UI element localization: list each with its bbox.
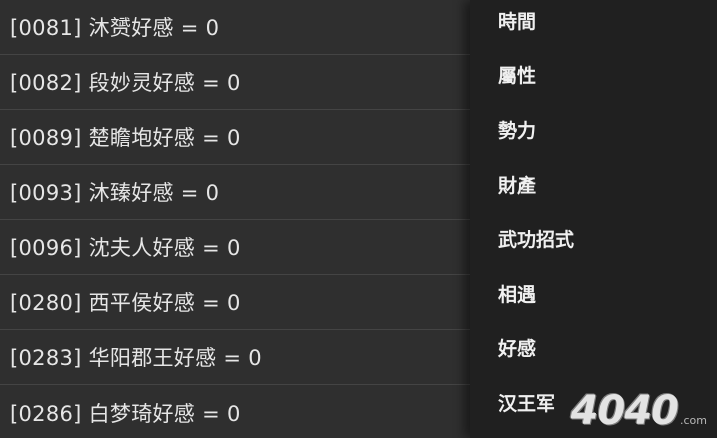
- site-watermark: 4040 .com: [571, 388, 707, 434]
- list-item-label: [0082] 段妙灵好感 = 0: [10, 71, 241, 95]
- list-item[interactable]: [0081] 沐赟好感 = 0: [0, 0, 470, 55]
- list-item-label: [0283] 华阳郡王好感 = 0: [10, 346, 262, 370]
- list-item[interactable]: [0082] 段妙灵好感 = 0: [0, 55, 470, 110]
- list-item[interactable]: [0093] 沐臻好感 = 0: [0, 165, 470, 220]
- list-item-label: [0089] 楚瞻垉好感 = 0: [10, 126, 241, 150]
- list-item[interactable]: [0089] 楚瞻垉好感 = 0: [0, 110, 470, 165]
- menu-item-martial-arts[interactable]: 武功招式: [498, 218, 698, 258]
- menu-item-encounters[interactable]: 相遇: [498, 273, 698, 313]
- list-item[interactable]: [0096] 沈夫人好感 = 0: [0, 220, 470, 275]
- menu-item-attributes[interactable]: 屬性: [498, 54, 698, 94]
- list-item-label: [0093] 沐臻好感 = 0: [10, 181, 220, 205]
- list-item[interactable]: [0286] 白梦琦好感 = 0: [0, 385, 470, 438]
- category-menu: 時間 屬性 勢力 財產 武功招式 相遇 好感 汉王军: [470, 0, 717, 438]
- menu-item-time[interactable]: 時間: [498, 0, 698, 40]
- menu-item-faction[interactable]: 勢力: [498, 109, 698, 149]
- game-debug-screen: [0081] 沐赟好感 = 0 [0082] 段妙灵好感 = 0 [0089] …: [0, 0, 717, 438]
- list-item[interactable]: [0280] 西平侯好感 = 0: [0, 275, 470, 330]
- menu-item-affinity[interactable]: 好感: [498, 327, 698, 367]
- watermark-logo-text: 4040: [570, 388, 679, 434]
- affinity-list: [0081] 沐赟好感 = 0 [0082] 段妙灵好感 = 0 [0089] …: [0, 0, 470, 438]
- list-item-label: [0096] 沈夫人好感 = 0: [10, 236, 241, 260]
- watermark-suffix: .com: [680, 414, 707, 427]
- list-item[interactable]: [0283] 华阳郡王好感 = 0: [0, 330, 470, 385]
- menu-item-assets[interactable]: 財產: [498, 164, 698, 204]
- list-item-label: [0081] 沐赟好感 = 0: [10, 16, 220, 40]
- list-item-label: [0280] 西平侯好感 = 0: [10, 291, 241, 315]
- list-item-label: [0286] 白梦琦好感 = 0: [10, 401, 241, 426]
